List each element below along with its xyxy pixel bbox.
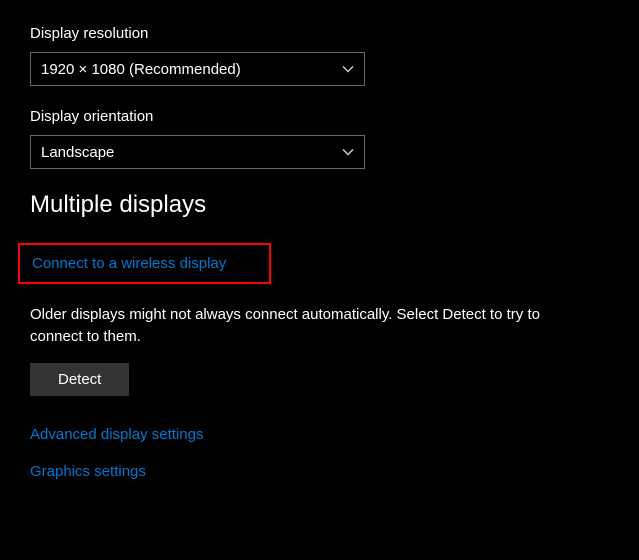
display-resolution-label: Display resolution (30, 25, 609, 42)
detect-description: Older displays might not always connect … (30, 304, 585, 348)
display-orientation-value: Landscape (41, 144, 114, 161)
display-orientation-label: Display orientation (30, 108, 609, 125)
advanced-display-settings-link[interactable]: Advanced display settings (30, 426, 203, 443)
multiple-displays-heading: Multiple displays (30, 191, 609, 219)
display-resolution-dropdown[interactable]: 1920 × 1080 (Recommended) (30, 52, 365, 86)
highlight-annotation: Connect to a wireless display (18, 243, 271, 284)
detect-button[interactable]: Detect (30, 363, 129, 396)
display-orientation-dropdown[interactable]: Landscape (30, 135, 365, 169)
chevron-down-icon (342, 146, 354, 158)
chevron-down-icon (342, 63, 354, 75)
display-resolution-value: 1920 × 1080 (Recommended) (41, 61, 241, 78)
graphics-settings-link[interactable]: Graphics settings (30, 463, 146, 480)
connect-wireless-display-link[interactable]: Connect to a wireless display (32, 255, 226, 272)
